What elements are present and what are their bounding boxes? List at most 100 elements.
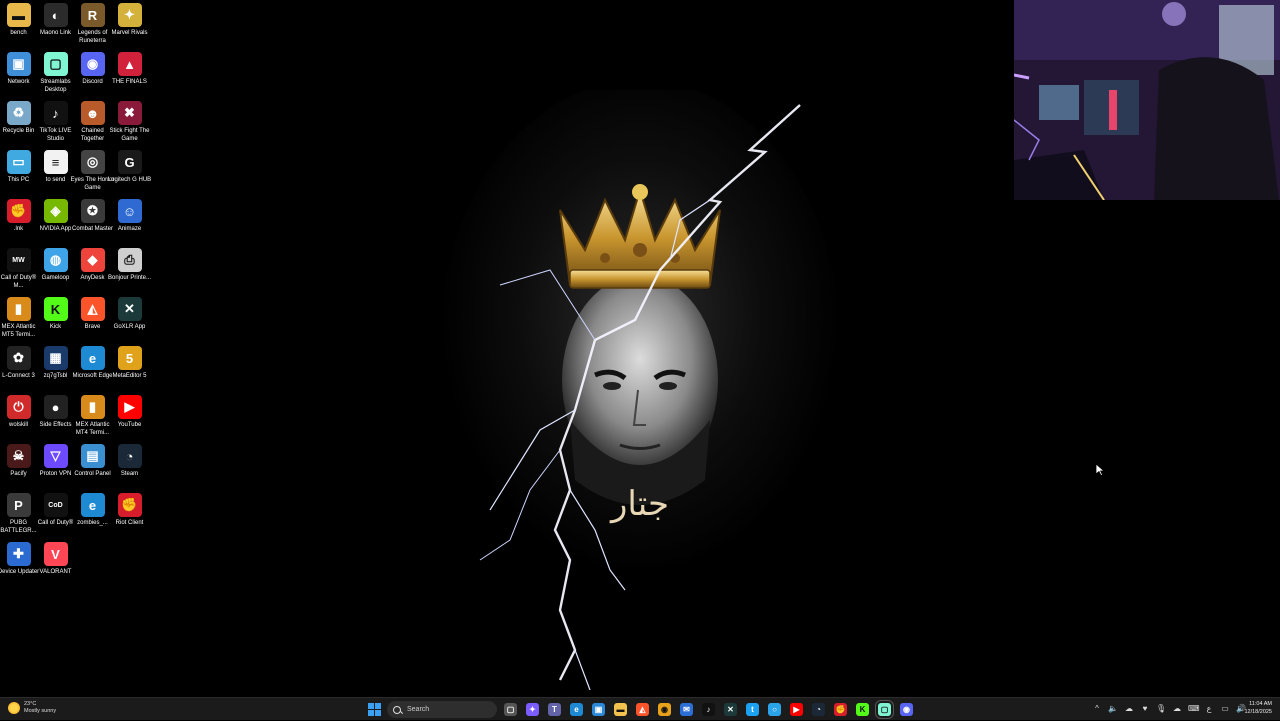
desktop-icon-call-of-duty[interactable]: CoD Call of Duty® <box>37 490 74 538</box>
desktop-icon-kick[interactable]: K Kick <box>37 294 74 342</box>
chrome-icon[interactable]: ◉ <box>658 703 671 716</box>
desktop-icon-metaeditor-5[interactable]: 5 MetaEditor 5 <box>111 343 148 391</box>
start-button[interactable] <box>368 703 381 716</box>
goxlr-icon[interactable]: ✕ <box>724 703 737 716</box>
desktop-icon-legends-of-runeterra[interactable]: R Legends of Runeterra <box>74 0 111 48</box>
app-icon: ▮ <box>80 395 105 419</box>
taskbar-clock[interactable]: 11:04 AM 12/18/2025 <box>1238 701 1272 716</box>
desktop-icon-the-finals[interactable]: ▲ THE FINALS <box>111 49 148 97</box>
language-icon[interactable]: ع <box>1204 704 1214 713</box>
streamlabs-icon[interactable]: ▢ <box>875 700 894 719</box>
microphone-icon[interactable]: 🎙 <box>1156 704 1166 713</box>
desktop-icon-streamlabs-desktop[interactable]: ▢ Streamlabs Desktop <box>37 49 74 97</box>
desktop-icon-proton-vpn[interactable]: ▽ Proton VPN <box>37 441 74 489</box>
app-icon: G <box>117 150 142 174</box>
app-icon: 5 <box>117 346 142 370</box>
desktop-icon-pubg-battlegr[interactable]: P PUBG BATTLEGR... <box>0 490 37 538</box>
taskbar-search-box[interactable]: Search <box>387 701 497 718</box>
desktop-icon-chained-together[interactable]: ☻ Chained Together <box>74 98 111 146</box>
app-icon: ◆ <box>80 248 105 272</box>
desktop-icon-zq7gtsbl[interactable]: ▦ zq7gTsbl <box>37 343 74 391</box>
desktop-icon-goxlr-app[interactable]: ✕ GoXLR App <box>111 294 148 342</box>
app-icon: CoD <box>43 493 68 517</box>
desktop-icon-logitech-g-hub[interactable]: G Logitech G HUB <box>108 147 151 195</box>
desktop-icon-stick-fight-the-game[interactable]: ✖ Stick Fight The Game <box>110 98 149 146</box>
youtube-icon[interactable]: ▶ <box>790 703 803 716</box>
twitter-icon[interactable]: t <box>746 703 759 716</box>
desktop-icon-youtube[interactable]: ▶ YouTube <box>111 392 148 440</box>
display-icon[interactable]: ▭ <box>1220 704 1230 713</box>
desktop-icon-bench[interactable]: ▬ bench <box>0 0 37 48</box>
desktop-icon-maono-link[interactable]: ◐ Maono Link <box>37 0 74 48</box>
app-icon: ▬ <box>6 3 31 27</box>
app-icon: ✿ <box>6 346 31 370</box>
desktop-icon-discord[interactable]: ◉ Discord <box>74 49 111 97</box>
desktop-icon-combat-master[interactable]: ✪ Combat Master <box>72 196 113 244</box>
desktop-icon-zombies[interactable]: e zombies_... <box>74 490 111 538</box>
desktop-icon-recycle-bin[interactable]: ♻ Recycle Bin <box>0 98 37 146</box>
desktop-icon-gameloop[interactable]: ◍ Gameloop <box>37 245 74 293</box>
kick-icon[interactable]: K <box>856 703 869 716</box>
show-hidden-icons-icon[interactable]: ^ <box>1092 704 1102 713</box>
speaker-icon[interactable]: 🔈 <box>1108 704 1118 713</box>
app-icon: ▮ <box>6 297 31 321</box>
desktop-icon-microsoft-edge[interactable]: e Microsoft Edge <box>72 343 113 391</box>
desktop-icon-eyes-the-horror-game[interactable]: ◎ Eyes The Horror Game <box>71 147 114 195</box>
brave-icon[interactable]: ◭ <box>636 703 649 716</box>
mail-icon[interactable]: ✉ <box>680 703 693 716</box>
tiktok-icon[interactable]: ♪ <box>702 703 715 716</box>
copilot-icon[interactable]: ✦ <box>526 703 539 716</box>
desktop-icon-marvel-rivals[interactable]: ✦ Marvel Rivals <box>111 0 148 48</box>
riot-icon[interactable]: ✊ <box>834 703 847 716</box>
desktop-icon-riot-client[interactable]: ✊ Riot Client <box>111 490 148 538</box>
app-icon: P <box>6 493 31 517</box>
desktop-icon-animaze[interactable]: ☺ Animaze <box>111 196 148 244</box>
app-icon: ✊ <box>117 493 142 517</box>
app-icon: e <box>80 493 105 517</box>
desktop-icon-wolskill[interactable]: ⏻ wolskill <box>0 392 37 440</box>
icon-label: Logitech G HUB <box>107 177 152 183</box>
app-icon: ☻ <box>80 101 105 125</box>
desktop-icon-control-panel[interactable]: ▤ Control Panel <box>74 441 111 489</box>
heart-icon[interactable]: ♥ <box>1140 704 1150 713</box>
desktop-icon-nvidia-app[interactable]: ◈ NVIDIA App <box>37 196 74 244</box>
app-icon: ▲ <box>117 52 142 76</box>
keyboard-icon[interactable]: ⌨ <box>1188 704 1200 713</box>
file-explorer-icon[interactable]: ▬ <box>614 703 627 716</box>
cloud-icon[interactable]: ☁ <box>1124 704 1134 713</box>
edge-icon[interactable]: e <box>570 703 583 716</box>
app-icon: ▤ <box>80 444 105 468</box>
desktop-icon-mex-atlantic-mt5-termi[interactable]: ▮ MEX Atlantic MT5 Termi... <box>0 294 37 342</box>
app-icon: V <box>43 542 68 566</box>
app-icon: ≡ <box>43 150 68 174</box>
desktop-icon-mex-atlantic-mt4-termi[interactable]: ▮ MEX Atlantic MT4 Termi... <box>74 392 111 440</box>
desktop-icon-to-send[interactable]: ≡ to send <box>37 147 74 195</box>
desktop-icon-lnk[interactable]: ✊ .lnk <box>0 196 37 244</box>
desktop-icon-this-pc[interactable]: ▭ This PC <box>0 147 37 195</box>
discord-icon[interactable]: ◉ <box>900 703 913 716</box>
wallpaper-caption: جتار <box>609 484 669 524</box>
desktop-icon-device-updater[interactable]: ✚ Device Updater <box>0 539 39 587</box>
desktop-icon-tiktok-live-studio[interactable]: ♪ TikTok LIVE Studio <box>37 98 74 146</box>
onedrive-icon[interactable]: ☁ <box>1172 704 1182 713</box>
desktop-icon-network[interactable]: ▣ Network <box>0 49 37 97</box>
app-icon: ▢ <box>43 52 68 76</box>
teams-icon[interactable]: T <box>548 703 561 716</box>
desktop-icon-valorant[interactable]: V VALORANT <box>37 539 74 587</box>
desktop[interactable]: جتار ▬ bench ◐ Maono Link R Legends of Runete… <box>0 0 1280 697</box>
desktop-icon-pacify[interactable]: ☠ Pacify <box>0 441 37 489</box>
desktop-icon-bonjour-printe[interactable]: ⎙ Bonjour Printe... <box>108 245 151 293</box>
desktop-icon-anydesk[interactable]: ◆ AnyDesk <box>74 245 111 293</box>
store-icon[interactable]: ▣ <box>592 703 605 716</box>
steam-icon[interactable]: ◔ <box>812 703 825 716</box>
app-icon: e <box>80 346 105 370</box>
desktop-icon-side-effects[interactable]: ● Side Effects <box>37 392 74 440</box>
app-icon: ▣ <box>6 52 31 76</box>
desktop-icon-l-connect-3[interactable]: ✿ L-Connect 3 <box>0 343 37 391</box>
desktop-icon-call-of-duty-m[interactable]: MW Call of Duty® M... <box>0 245 37 293</box>
weather-widget[interactable]: 23°C Mostly sunny <box>8 701 56 715</box>
cortana-icon[interactable]: ○ <box>768 703 781 716</box>
desktop-icon-steam[interactable]: ◔ Steam <box>111 441 148 489</box>
desktop-icon-brave[interactable]: ◭ Brave <box>74 294 111 342</box>
task-view-icon[interactable]: ▢ <box>504 703 517 716</box>
